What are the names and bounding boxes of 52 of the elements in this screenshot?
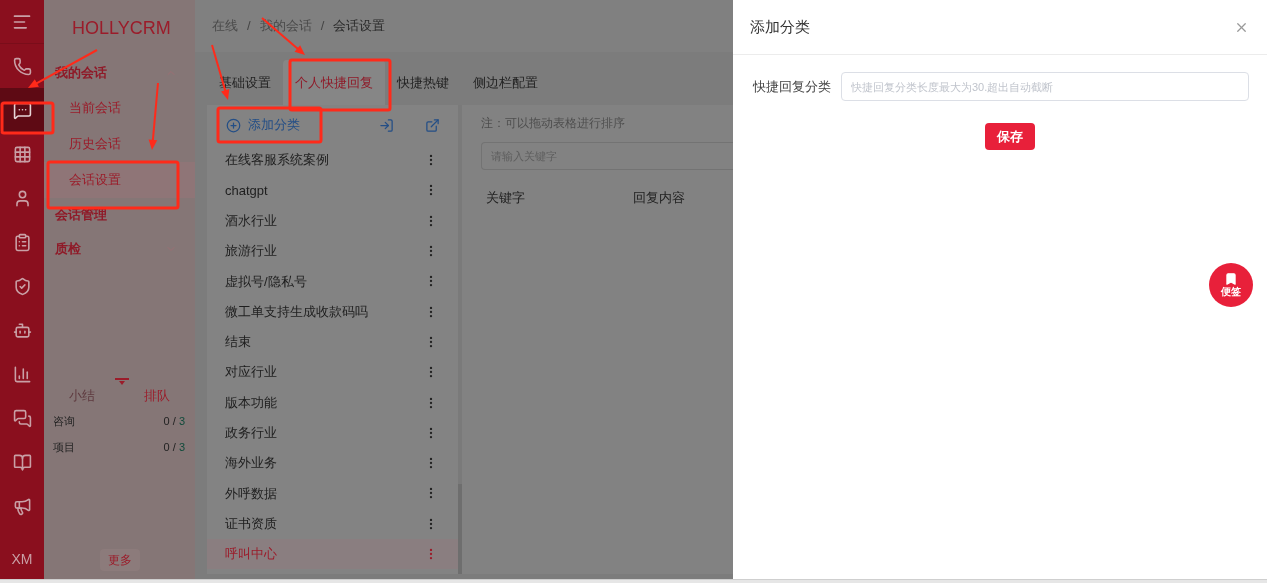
plus-circle-icon: [226, 117, 241, 133]
grid-icon: [12, 144, 32, 164]
bookmark-icon: [1224, 272, 1238, 286]
breadcrumb-separator: /: [247, 17, 251, 36]
indicator-icon: [115, 378, 129, 386]
stat-label: 咨询: [53, 413, 75, 429]
user-initials[interactable]: XM: [0, 539, 44, 579]
annotation-arrow: [148, 82, 159, 150]
tab[interactable]: 侧边栏配置: [461, 60, 550, 105]
breadcrumb-item: 会话设置: [333, 17, 386, 36]
robot-icon: [12, 320, 32, 340]
category-item[interactable]: chatgpt: [207, 175, 458, 206]
stats-tab[interactable]: 小结: [68, 386, 95, 406]
book-icon: [12, 452, 32, 472]
category-item[interactable]: 在线客服系统案例: [207, 145, 458, 176]
add-category-button[interactable]: 添加分类: [226, 115, 300, 135]
import-icon[interactable]: [379, 117, 394, 133]
clipboard-icon: [12, 232, 32, 252]
field-label: 快捷回复分类: [753, 77, 831, 96]
phone-icon: [12, 56, 32, 76]
column-header: 关键字: [485, 189, 526, 208]
stat-label: 项目: [53, 439, 75, 455]
bar-chart-icon: [12, 364, 32, 384]
category-item[interactable]: 结束: [207, 326, 458, 358]
category-item[interactable]: 版本功能: [207, 387, 458, 418]
export-icon[interactable]: [425, 117, 440, 133]
stat-count: 0 / 3: [163, 439, 185, 455]
category-item[interactable]: 旅游行业: [207, 235, 458, 267]
sticky-note-button[interactable]: 便签: [1209, 263, 1253, 307]
category-item[interactable]: 呼叫中心: [207, 538, 458, 570]
shield-icon: [12, 276, 32, 296]
messages-icon: [12, 408, 32, 428]
tab[interactable]: 快捷热键: [385, 60, 461, 105]
category-item[interactable]: 虚拟号/隐私号: [207, 266, 458, 297]
category-item[interactable]: 政务行业: [207, 417, 458, 448]
menu-group[interactable]: 质检: [44, 232, 195, 266]
column-header: 回复内容: [633, 189, 685, 208]
save-button[interactable]: 保存: [985, 123, 1035, 150]
category-item[interactable]: 外呼数据: [207, 478, 458, 509]
stat-count: 0 / 3: [163, 413, 185, 429]
category-item[interactable]: 微工单支持生成收款码吗: [207, 296, 458, 327]
category-item[interactable]: 对应行业: [207, 357, 458, 388]
tab[interactable]: 个人快捷回复: [283, 60, 385, 105]
more-button[interactable]: 更多: [99, 549, 140, 571]
category-item[interactable]: 酒水行业: [207, 205, 458, 236]
annotation-box: [0, 101, 55, 135]
brand-logo: HOLLYCRM: [72, 16, 171, 40]
breadcrumb-separator: /: [320, 17, 325, 36]
drawer-title: 添加分类: [750, 16, 810, 37]
category-item[interactable]: 证书资质: [207, 508, 458, 539]
category-item[interactable]: 海外业务: [207, 447, 458, 479]
megaphone-icon: [12, 496, 32, 516]
